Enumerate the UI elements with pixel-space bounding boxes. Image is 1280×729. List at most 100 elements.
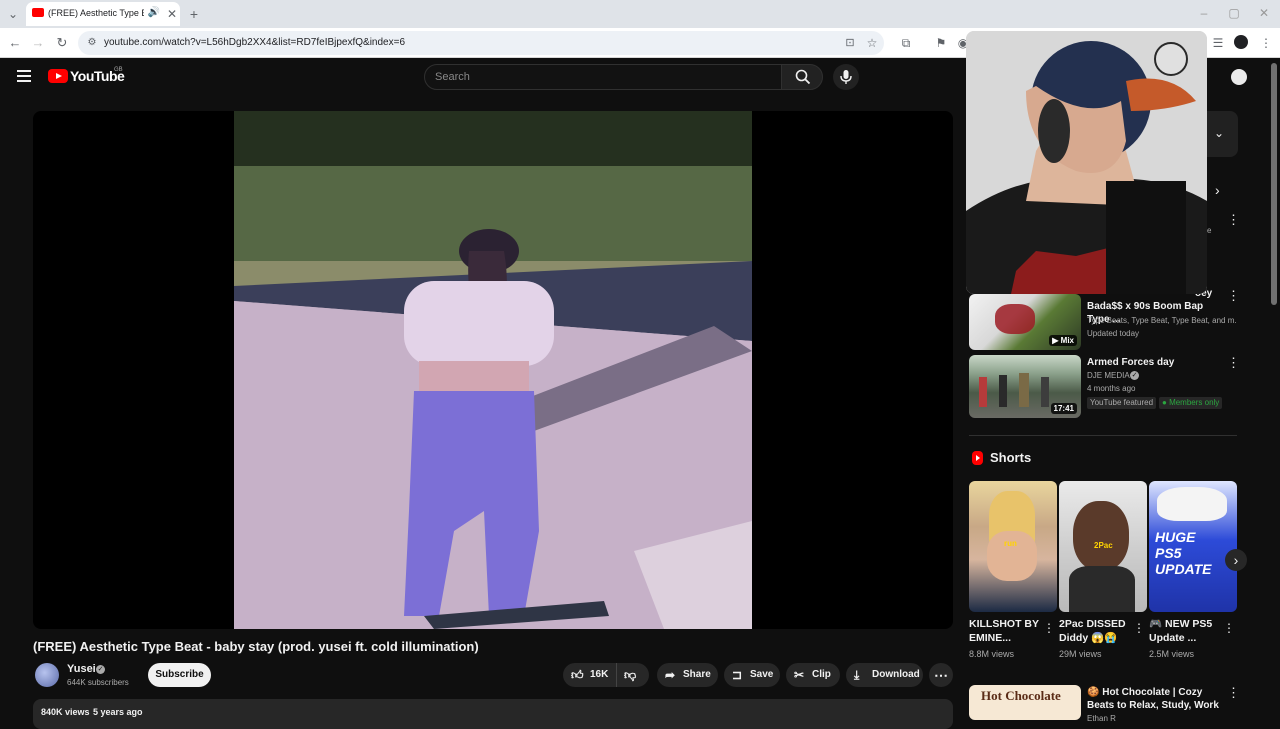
share-label: Share <box>683 669 711 680</box>
short-menu-icon[interactable]: ⋮ <box>1043 621 1055 635</box>
subscribe-button[interactable]: Subscribe <box>148 663 211 687</box>
chevron-right-icon[interactable]: › <box>1215 182 1220 198</box>
browser-tab-bar: ⌄ (FREE) Aesthetic Type Beat 🔊 ✕ + – ▢ ✕ <box>0 0 1280 28</box>
shorts-heading: Shorts <box>990 450 1032 465</box>
short-views: 29M views <box>1059 649 1102 659</box>
download-icon: ⤓ <box>854 668 860 682</box>
user-avatar[interactable] <box>1231 69 1247 85</box>
video-title: (FREE) Aesthetic Type Beat - baby stay (… <box>33 639 479 654</box>
short-thumb-caption: HUGE PS5 UPDATE <box>1155 529 1212 577</box>
site-info-icon[interactable]: ⚙ <box>84 35 100 51</box>
video-menu-icon[interactable]: ⋮ <box>1227 356 1240 369</box>
shorts-next-button[interactable]: › <box>1225 549 1247 571</box>
webcam-overlay <box>966 31 1207 294</box>
short-thumbnail: 2Pac <box>1059 481 1147 612</box>
short-menu-icon[interactable]: ⋮ <box>1223 621 1235 635</box>
like-dislike-group: 👍︎ 16K 👎︎ <box>563 663 649 687</box>
share-button[interactable]: ➦ Share <box>657 663 718 687</box>
short-title: KILLSHOT BY EMINE... <box>969 618 1039 644</box>
clip-button[interactable]: ✂ Clip <box>786 663 840 687</box>
mix-badge: ▶︎ Mix <box>1049 335 1077 346</box>
short-views: 8.8M views <box>969 649 1015 659</box>
shorts-logo-icon <box>972 451 983 465</box>
video-player[interactable] <box>33 111 953 629</box>
upload-age: 5 years ago <box>93 707 143 717</box>
extension-icon[interactable]: ⚑ <box>933 35 949 51</box>
partial-item-menu-icon[interactable]: ⋮ <box>1227 213 1240 226</box>
video-title-2[interactable]: Armed Forces day <box>1087 356 1174 369</box>
hamburger-menu-icon[interactable] <box>17 70 31 82</box>
description-box[interactable]: 840K views 5 years ago <box>33 699 953 729</box>
minimize-icon[interactable]: – <box>1196 5 1212 21</box>
short-title: 🎮 NEW PS5 Update ... <box>1149 618 1213 644</box>
short-menu-icon[interactable]: ⋮ <box>1133 621 1145 635</box>
bookmark-icon: ⊐ <box>732 668 743 682</box>
reload-icon[interactable]: ↻ <box>54 35 70 51</box>
members-only-badge: ● Members only <box>1159 397 1223 409</box>
maximize-icon[interactable]: ▢ <box>1226 5 1242 21</box>
short-thumbnail: run <box>969 481 1057 612</box>
voice-search-button[interactable] <box>833 64 859 90</box>
new-tab-icon[interactable]: + <box>186 6 202 22</box>
video-age-2: 4 months ago <box>1087 384 1136 393</box>
mix-label: Mix <box>1060 336 1074 345</box>
short-thumb-caption: run <box>1004 539 1017 548</box>
page-scrollbar[interactable] <box>1271 63 1277 305</box>
audio-playing-icon[interactable]: 🔊 <box>146 5 162 21</box>
install-app-icon[interactable]: ⊡ <box>842 35 858 51</box>
video-channel-2[interactable]: DJE MEDIA <box>1087 371 1130 380</box>
search-placeholder: Search <box>435 71 470 83</box>
address-bar[interactable]: ⚙ youtube.com/watch?v=L56hDgb2XX4&list=R… <box>78 31 884 55</box>
bookmark-star-icon[interactable]: ☆ <box>864 35 880 51</box>
search-input[interactable]: Search <box>424 64 782 90</box>
short-thumbnail: HUGE PS5 UPDATE <box>1149 481 1237 612</box>
short-item[interactable]: 2Pac 2Pac DISSED Diddy 😱😭 29M views ⋮ <box>1059 481 1147 659</box>
thumbs-up-icon: 👍︎ <box>571 668 584 682</box>
thumbs-down-icon[interactable]: 👎︎ <box>624 663 636 687</box>
search-button[interactable] <box>781 64 823 90</box>
playlist-thumbnail[interactable]: ▶︎ Mix <box>969 294 1081 350</box>
back-icon[interactable]: ← <box>7 35 23 51</box>
playlist-updated: Updated today <box>1087 329 1140 338</box>
short-title: 2Pac DISSED Diddy 😱😭 <box>1059 618 1126 644</box>
browser-tab[interactable]: (FREE) Aesthetic Type Beat 🔊 ✕ <box>26 2 180 26</box>
save-button[interactable]: ⊐ Save <box>724 663 780 687</box>
video-title-3[interactable]: 🍪 Hot Chocolate | Cozy Beats to Relax, S… <box>1087 686 1225 712</box>
like-button[interactable]: 👍︎ 16K <box>563 663 617 687</box>
download-button[interactable]: ⤓ Download <box>846 663 923 687</box>
video-thumbnail[interactable]: Hot Chocolate <box>969 685 1081 720</box>
reading-list-icon[interactable]: ☰ <box>1210 35 1226 51</box>
video-thumbnail[interactable]: 17:41 <box>969 355 1081 418</box>
playlist-menu-icon[interactable]: ⋮ <box>1227 289 1240 302</box>
mix-icon: ▶︎ <box>1052 336 1061 345</box>
close-tab-icon[interactable]: ✕ <box>164 6 180 22</box>
scissors-icon: ✂ <box>794 668 805 682</box>
chrome-menu-icon[interactable]: ⋮ <box>1258 35 1274 51</box>
channel-avatar[interactable] <box>35 663 59 687</box>
close-window-icon[interactable]: ✕ <box>1256 5 1272 21</box>
view-count: 840K views <box>41 707 90 717</box>
tab-title: (FREE) Aesthetic Type Beat <box>48 8 144 18</box>
download-label: Download <box>872 669 920 680</box>
verified-check-icon: ✓ <box>1130 371 1139 380</box>
more-actions-button[interactable]: ⋯ <box>929 663 953 687</box>
microphone-icon <box>840 70 852 84</box>
search-icon <box>795 69 811 85</box>
short-item[interactable]: HUGE PS5 UPDATE 🎮 NEW PS5 Update ... 2.5… <box>1149 481 1237 659</box>
extensions-icon[interactable]: ⧉ <box>898 35 914 51</box>
video-frame <box>234 111 752 629</box>
verified-check-icon: ✓ <box>96 665 105 674</box>
profile-avatar[interactable] <box>1234 35 1248 49</box>
youtube-logo[interactable]: YouTube GB <box>48 67 138 87</box>
short-item[interactable]: run KILLSHOT BY EMINE... 8.8M views ⋮ <box>969 481 1057 659</box>
url-text: youtube.com/watch?v=L56hDgb2XX4&list=RD7… <box>104 37 406 48</box>
forward-icon[interactable]: → <box>30 35 46 51</box>
video-duration: 17:41 <box>1050 403 1077 414</box>
subscriber-count: 644K subscribers <box>67 678 129 687</box>
youtube-featured-badge: YouTube featured <box>1087 397 1157 409</box>
tab-list-chevron-icon[interactable]: ⌄ <box>5 6 21 22</box>
region-code: GB <box>114 67 123 73</box>
channel-name[interactable]: Yusei <box>67 663 96 675</box>
short-views: 2.5M views <box>1149 649 1195 659</box>
video-menu-icon[interactable]: ⋮ <box>1227 686 1240 699</box>
